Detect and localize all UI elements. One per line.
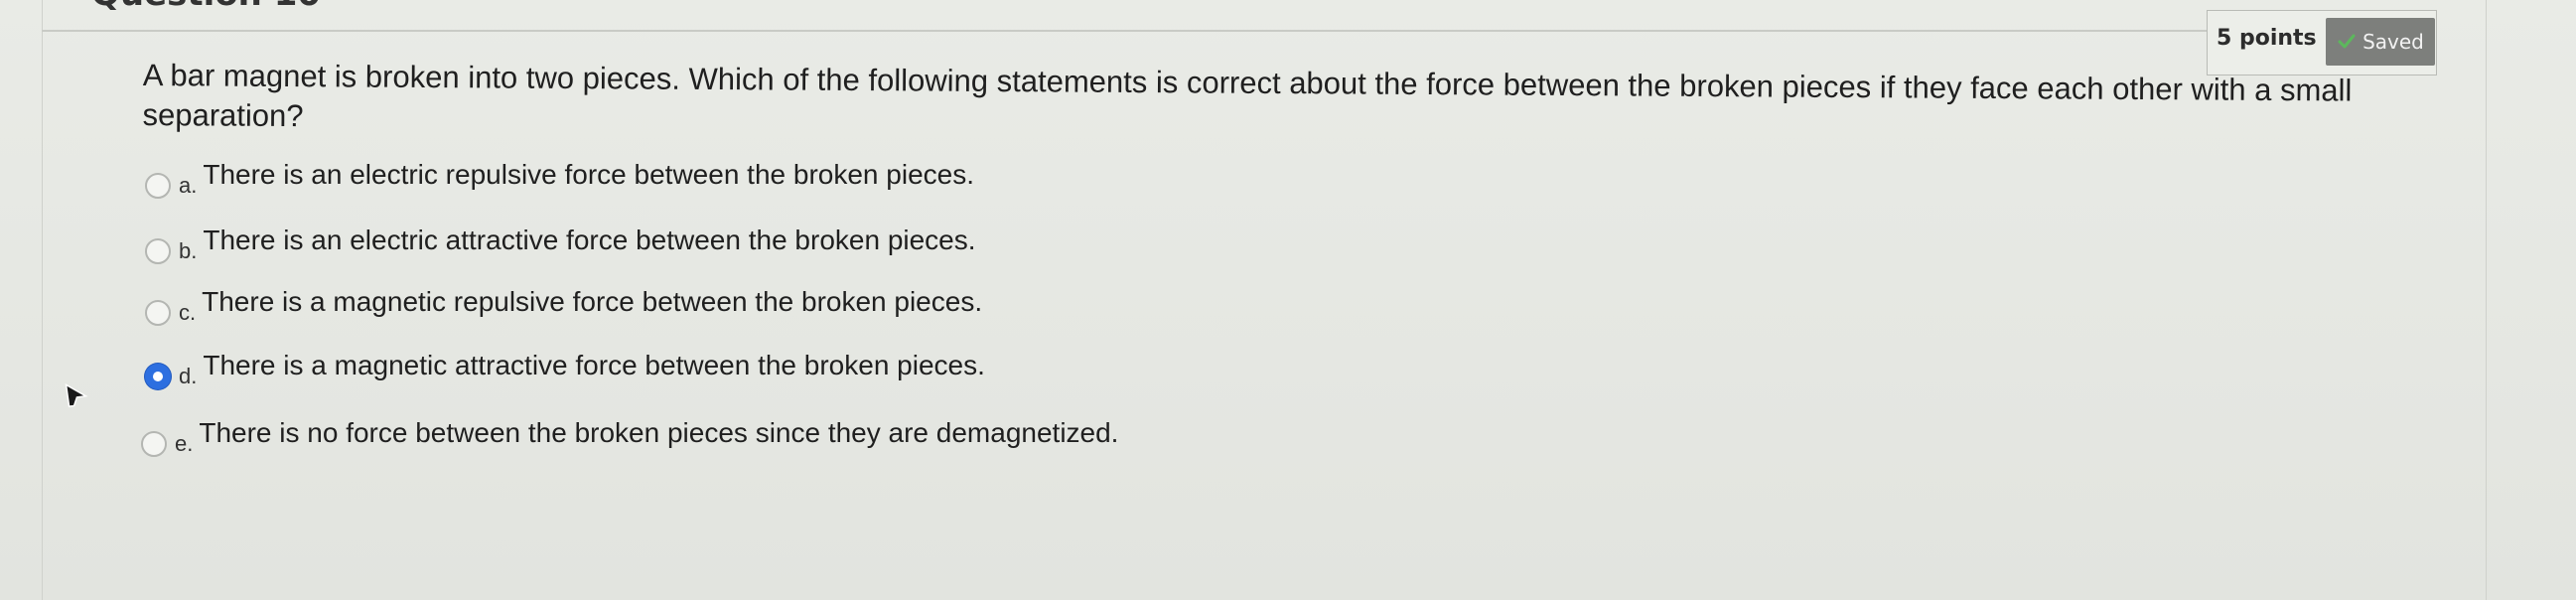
points-label: 5 points [2217, 26, 2317, 51]
option-text: There is no force between the broken pie… [199, 417, 1119, 448]
question-text: A bar magnet is broken into two pieces. … [142, 57, 2353, 134]
radio-c[interactable] [145, 300, 171, 326]
radio-a[interactable] [145, 173, 171, 199]
radio-e[interactable] [141, 431, 167, 457]
option-text: There is an electric repulsive force bet… [203, 159, 974, 190]
radio-d[interactable] [145, 364, 171, 389]
option-letter: b. [179, 238, 198, 263]
check-icon [2338, 34, 2356, 49]
cursor-arrow-icon [65, 382, 88, 407]
header-divider [42, 30, 2213, 32]
saved-label: Saved [2362, 30, 2424, 54]
quiz-page: Question 10 5 points Saved A bar magnet … [0, 0, 2576, 600]
option-text: There is a magnetic attractive force bet… [203, 350, 985, 380]
saved-badge: Saved [2326, 18, 2435, 66]
option-letter: a. [179, 173, 198, 198]
option-letter: e. [175, 431, 194, 456]
option-text: There is an electric attractive force be… [203, 225, 976, 255]
option-b[interactable]: b. There is an electric attractive force… [145, 225, 976, 264]
question-heading: Question 10 [91, 0, 321, 14]
radio-b[interactable] [145, 238, 171, 264]
option-a[interactable]: a. There is an electric repulsive force … [145, 159, 974, 199]
option-letter: c. [179, 300, 197, 325]
option-e[interactable]: e. There is no force between the broken … [141, 417, 1118, 457]
option-c[interactable]: c. There is a magnetic repulsive force b… [145, 286, 982, 326]
option-text: There is a magnetic repulsive force betw… [202, 286, 983, 317]
option-d[interactable]: d. There is a magnetic attractive force … [145, 350, 985, 389]
option-letter: d. [179, 364, 198, 388]
